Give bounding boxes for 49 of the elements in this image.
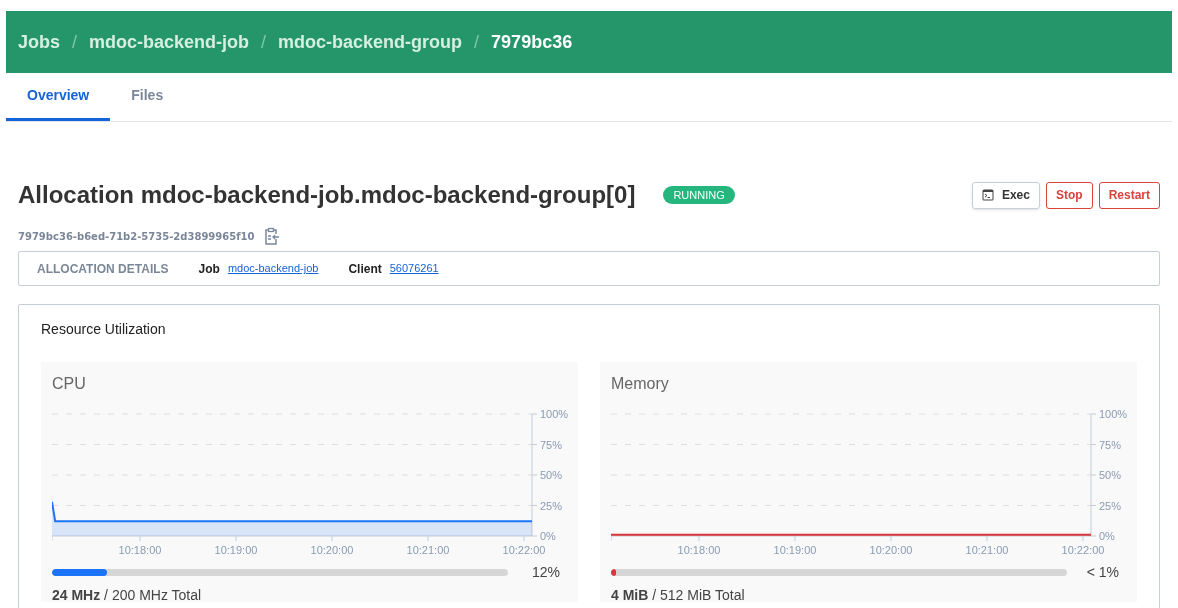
field-link[interactable]: mdoc-backend-job bbox=[227, 260, 319, 277]
usage-reading: 12% bbox=[531, 563, 560, 582]
x-tick-label: 10:18:00 bbox=[118, 544, 162, 556]
x-tick-label: 10:21:00 bbox=[965, 544, 1009, 556]
breadcrumb-link[interactable]: Jobs bbox=[18, 28, 60, 56]
y-tick-label: 100% bbox=[1099, 408, 1128, 420]
status-badge: RUNNING bbox=[663, 185, 735, 205]
metric-title: Memory bbox=[611, 374, 670, 394]
allocation-id: 7979bc36-b6ed-71b2-5735-2d3899965f10 bbox=[18, 229, 255, 244]
x-tick-label: 10:20:00 bbox=[310, 544, 354, 556]
breadcrumb-separator: / bbox=[72, 30, 78, 54]
breadcrumb-separator: / bbox=[474, 30, 480, 54]
action-button[interactable]: Stop bbox=[1045, 181, 1093, 209]
usage-summary: 24 MHz / 200 MHz Total bbox=[52, 586, 203, 605]
y-tick-label: 100% bbox=[540, 408, 569, 420]
y-tick-label: 25% bbox=[540, 499, 563, 512]
page-title: Allocation mdoc-backend-job.mdoc-backend-group[0] bbox=[18, 180, 636, 210]
breadcrumb-link[interactable]: mdoc-backend-group bbox=[278, 28, 463, 56]
y-tick-label: 50% bbox=[540, 469, 563, 481]
tab[interactable]: Files bbox=[110, 73, 185, 121]
field-link[interactable]: 56076261 bbox=[389, 260, 439, 277]
x-tick-label: 10:19:00 bbox=[773, 544, 817, 556]
x-tick-label: 10:18:00 bbox=[677, 544, 721, 556]
action-button[interactable]: Restart bbox=[1098, 181, 1160, 209]
y-tick-label: 75% bbox=[540, 438, 563, 451]
breadcrumb-link[interactable]: mdoc-backend-job bbox=[89, 28, 250, 56]
copy-clipboard-icon[interactable] bbox=[264, 227, 281, 245]
x-tick-label: 10:19:00 bbox=[214, 544, 258, 556]
metric-title: CPU bbox=[52, 374, 87, 394]
x-tick-label: 10:21:00 bbox=[406, 544, 450, 556]
usage-summary: 4 MiB / 512 MiB Total bbox=[611, 586, 746, 605]
y-tick-label: 50% bbox=[1099, 469, 1122, 481]
exec-button[interactable]: Exec bbox=[971, 181, 1040, 209]
breadcrumb-link[interactable]: 7979bc36 bbox=[491, 28, 573, 56]
field-label: Client bbox=[348, 260, 382, 278]
y-tick-label: 0% bbox=[1099, 530, 1115, 542]
field-label: Job bbox=[198, 260, 220, 278]
breadcrumb-separator: / bbox=[261, 30, 267, 54]
card-title: Resource Utilization bbox=[41, 320, 167, 339]
details-heading: ALLOCATION DETAILS bbox=[37, 260, 169, 278]
y-tick-label: 75% bbox=[1099, 438, 1122, 451]
tab[interactable]: Overview bbox=[6, 73, 111, 121]
y-tick-label: 0% bbox=[540, 530, 556, 542]
x-tick-label: 10:22:00 bbox=[502, 544, 546, 556]
usage-reading: < 1% bbox=[1086, 563, 1119, 582]
x-tick-label: 10:20:00 bbox=[869, 544, 913, 556]
y-tick-label: 25% bbox=[1099, 499, 1122, 512]
x-tick-label: 10:22:00 bbox=[1061, 544, 1105, 556]
terminal-icon bbox=[981, 189, 994, 201]
